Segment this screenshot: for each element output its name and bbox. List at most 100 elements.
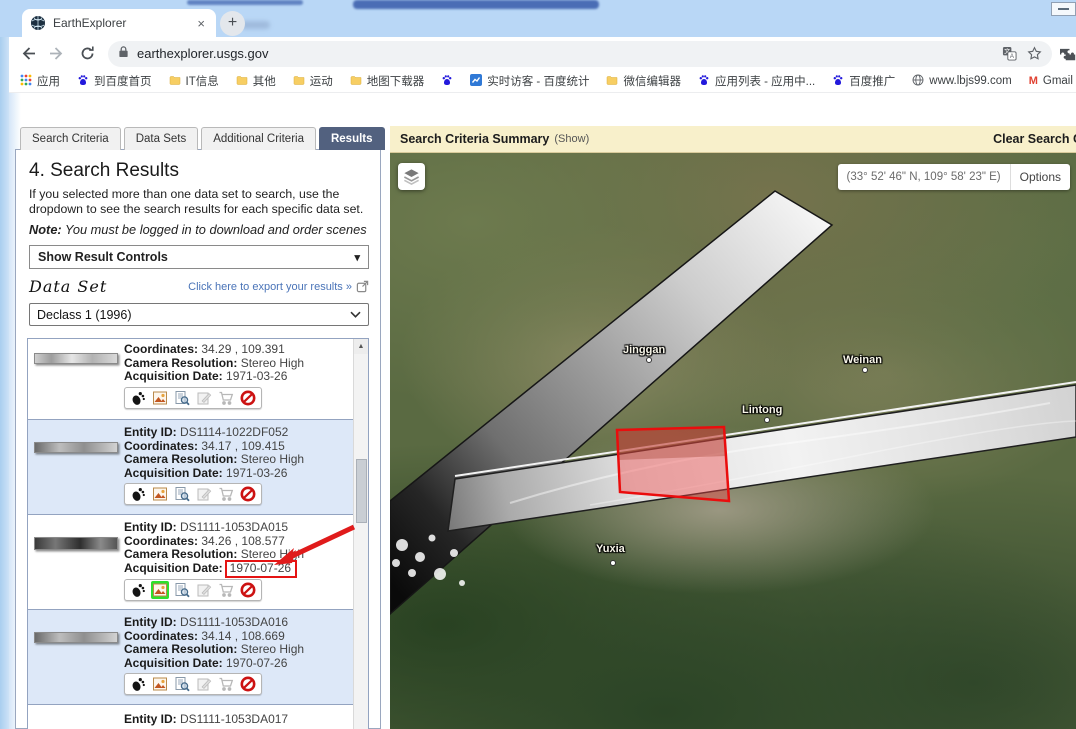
data-set-select[interactable]: Declass 1 (1996)	[29, 303, 369, 326]
cart-icon[interactable]	[218, 676, 234, 692]
baidu-icon	[698, 74, 710, 89]
browser-tab[interactable]: EarthExplorer ×	[22, 9, 216, 37]
bookmark-item[interactable]: 运动	[293, 73, 333, 89]
exclude-scene-icon[interactable]	[240, 582, 256, 598]
minimize-button[interactable]	[1051, 2, 1076, 16]
exclude-scene-icon[interactable]	[240, 676, 256, 692]
download-options-icon[interactable]	[196, 390, 212, 406]
cart-icon[interactable]	[218, 486, 234, 502]
map-layers-button[interactable]	[398, 163, 425, 190]
browser-toolbar: earthexplorer.usgs.gov 文 A	[9, 37, 1076, 70]
result-row-highlighted: Entity ID: DS1111-1053DA015 Coordinates:…	[28, 515, 368, 610]
field-label: Camera Resolution:	[124, 547, 237, 561]
note-label: Note:	[29, 222, 62, 237]
exclude-scene-icon[interactable]	[240, 486, 256, 502]
browse-overlay-icon[interactable]	[152, 390, 168, 406]
address-bar[interactable]: earthexplorer.usgs.gov 文 A	[108, 41, 1052, 67]
data-set-selected-value: Declass 1 (1996)	[37, 308, 132, 322]
scene-thumbnail[interactable]	[34, 537, 118, 550]
result-row: Coordinates: 34.29 , 109.391 Camera Reso…	[28, 339, 368, 420]
new-tab-button[interactable]: +	[220, 11, 245, 36]
clear-search-link[interactable]: Clear Search C	[993, 132, 1076, 146]
padlock-icon[interactable]	[118, 45, 129, 63]
baidu-icon	[77, 74, 89, 89]
background-window-fragment	[353, 0, 599, 9]
bookmark-item[interactable]: 到百度首页	[77, 73, 152, 89]
browser-tab-strip: EarthExplorer × +	[0, 0, 1076, 37]
field-label: Camera Resolution:	[124, 356, 237, 370]
layers-icon	[402, 167, 421, 186]
footprint-overlays	[390, 153, 1076, 729]
tab-search-criteria[interactable]: Search Criteria	[20, 127, 121, 150]
translate-icon[interactable]: 文 A	[1002, 46, 1017, 61]
scene-thumbnail[interactable]	[34, 442, 118, 453]
results-description: If you selected more than one data set t…	[29, 187, 369, 217]
footprint-icon[interactable]	[130, 486, 146, 502]
forward-button[interactable]	[45, 41, 69, 67]
cart-icon[interactable]	[218, 390, 234, 406]
scene-thumbnail[interactable]	[34, 353, 118, 364]
coordinates-value: 34.26 , 108.577	[201, 534, 284, 548]
download-options-icon[interactable]	[196, 676, 212, 692]
bookmark-label: IT信息	[186, 73, 219, 89]
tab-additional-criteria[interactable]: Additional Criteria	[201, 127, 316, 150]
bookmark-item[interactable]: IT信息	[169, 73, 219, 89]
browse-overlay-icon[interactable]	[152, 486, 168, 502]
tab-close-icon[interactable]: ×	[194, 16, 208, 31]
folder-icon	[606, 74, 618, 89]
folder-icon	[350, 74, 362, 89]
map-options-button[interactable]: Options	[1011, 170, 1070, 184]
download-options-icon[interactable]	[196, 486, 212, 502]
place-label: Weinan	[843, 354, 882, 366]
tab-data-sets[interactable]: Data Sets	[124, 127, 199, 150]
scroll-up-arrow-icon[interactable]: ▲	[354, 339, 368, 354]
bookmark-label: 运动	[310, 73, 333, 89]
summary-title: Search Criteria Summary	[400, 132, 549, 146]
summary-show-toggle[interactable]: (Show)	[554, 133, 589, 145]
bookmark-label: 实时访客 - 百度统计	[487, 73, 589, 89]
tab-results[interactable]: Results	[319, 127, 385, 150]
extension-puzzle-icon[interactable]	[1060, 46, 1076, 62]
exclude-scene-icon[interactable]	[240, 390, 256, 406]
scrollbar-thumb[interactable]	[356, 459, 367, 523]
show-metadata-icon[interactable]	[174, 486, 190, 502]
bookmark-item[interactable]: 百度推广	[832, 73, 895, 89]
place-label: Yuxia	[596, 543, 625, 555]
bookmark-item[interactable]: 应用列表 - 应用中...	[698, 73, 815, 89]
bookmark-item[interactable]: www.lbjs99.com	[912, 74, 1011, 89]
export-results-link[interactable]: Click here to export your results »	[188, 280, 369, 293]
show-metadata-icon[interactable]	[174, 676, 190, 692]
map-coordinate-bar: (33° 52' 46" N, 109° 58' 23" E) Options	[838, 164, 1070, 190]
url-text[interactable]: earthexplorer.usgs.gov	[137, 46, 992, 61]
scene-controls	[124, 579, 262, 601]
field-label: Camera Resolution:	[124, 452, 237, 466]
browse-overlay-icon[interactable]	[152, 676, 168, 692]
field-label: Acquisition Date:	[124, 466, 223, 480]
bookmark-item[interactable]: 应用	[20, 73, 60, 89]
bookmark-item[interactable]: 实时访客 - 百度统计	[470, 73, 589, 89]
scene-thumbnail[interactable]	[34, 632, 118, 643]
footprint-icon[interactable]	[130, 390, 146, 406]
browse-overlay-icon[interactable]	[151, 581, 169, 599]
footprint-icon[interactable]	[130, 676, 146, 692]
acquisition-date-value: 1970-07-26	[226, 656, 287, 670]
bookmark-item[interactable]: 其他	[236, 73, 276, 89]
bookmark-item[interactable]	[441, 74, 453, 89]
bookmark-item[interactable]: 微信编辑器	[606, 73, 681, 89]
reload-button[interactable]	[76, 41, 100, 67]
results-scrollbar[interactable]: ▲	[353, 339, 368, 729]
download-options-icon[interactable]	[196, 582, 212, 598]
show-metadata-icon[interactable]	[174, 582, 190, 598]
bookmark-star-icon[interactable]	[1027, 46, 1042, 61]
bookmark-item[interactable]: 地图下载器	[350, 73, 425, 89]
show-metadata-icon[interactable]	[174, 390, 190, 406]
bookmark-label: 其他	[253, 73, 276, 89]
scene-controls	[124, 483, 262, 505]
bookmark-label: 应用列表 - 应用中...	[715, 73, 815, 89]
cart-icon[interactable]	[218, 582, 234, 598]
bookmark-item[interactable]: MGmail	[1029, 75, 1073, 87]
map-canvas[interactable]: (33° 52' 46" N, 109° 58' 23" E) Options …	[390, 153, 1076, 729]
footprint-icon[interactable]	[130, 582, 146, 598]
show-result-controls[interactable]: Show Result Controls ▾	[29, 245, 369, 269]
back-button[interactable]	[15, 41, 39, 67]
